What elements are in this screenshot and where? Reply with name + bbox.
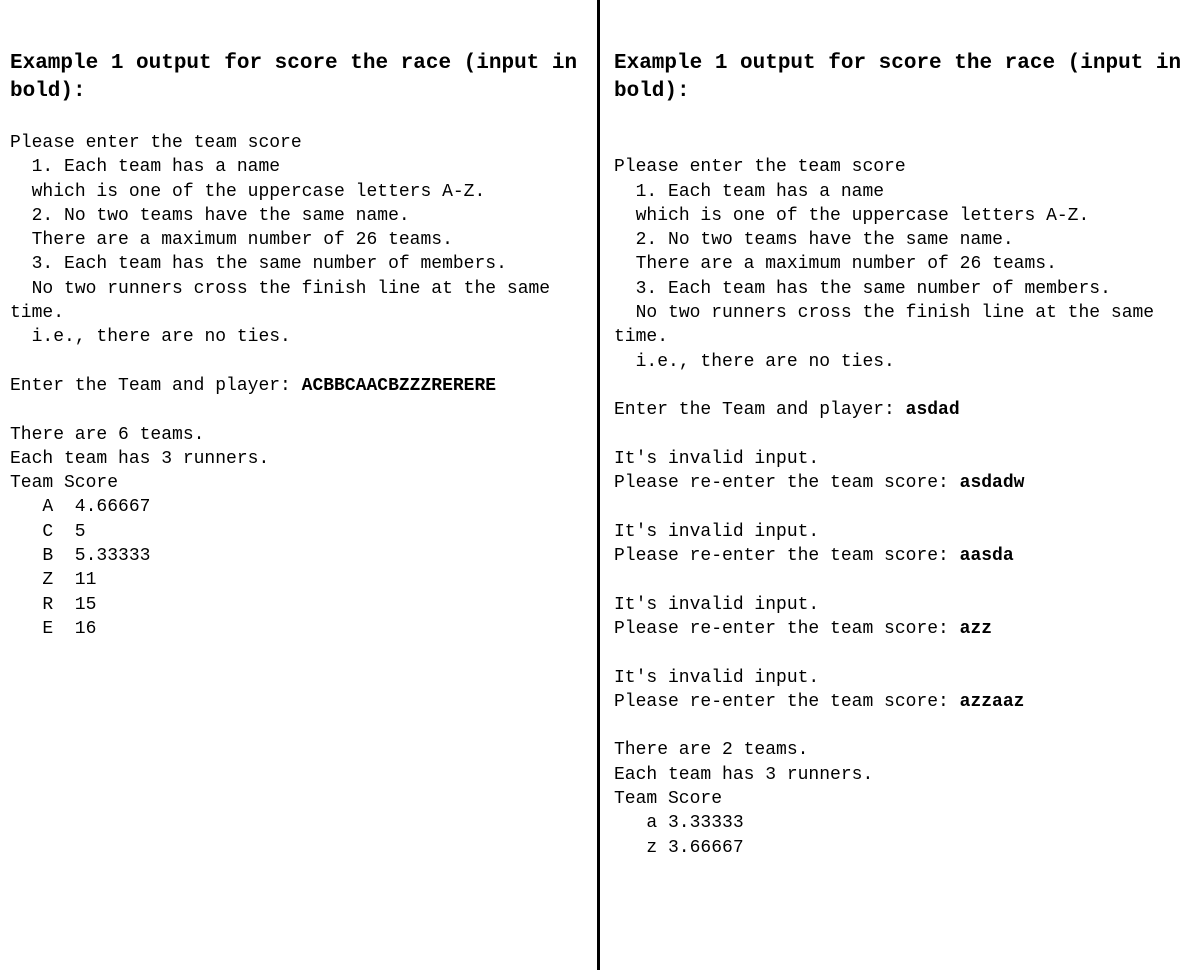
right-user-input-2: asdadw — [960, 473, 1025, 493]
right-user-input-5: azzaaz — [960, 692, 1025, 712]
right-user-input-4: azz — [960, 619, 992, 639]
right-heading: Example 1 output for score the race (inp… — [614, 52, 1194, 103]
right-result-text: There are 2 teams. Each team has 3 runne… — [614, 740, 873, 857]
right-intro-text: Please enter the team score 1. Each team… — [614, 157, 1165, 371]
right-invalid-msg-1: It's invalid input. Please re-enter the … — [614, 449, 960, 493]
left-intro-text: Please enter the team score 1. Each team… — [10, 133, 561, 347]
right-invalid-msg-2: It's invalid input. Please re-enter the … — [614, 522, 960, 566]
left-column: Example 1 output for score the race (inp… — [0, 0, 600, 970]
left-prompt-label: Enter the Team and player: — [10, 376, 302, 396]
right-invalid-msg-3: It's invalid input. Please re-enter the … — [614, 595, 960, 639]
left-user-input-1: ACBBCAACBZZZRERERE — [302, 376, 496, 396]
right-column: Example 1 output for score the race (inp… — [600, 0, 1200, 970]
right-user-input-3: aasda — [960, 546, 1014, 566]
right-user-input-1: asdad — [906, 400, 960, 420]
right-prompt-label: Enter the Team and player: — [614, 400, 906, 420]
left-heading: Example 1 output for score the race (inp… — [10, 52, 590, 103]
right-invalid-msg-4: It's invalid input. Please re-enter the … — [614, 668, 960, 712]
left-result-text: There are 6 teams. Each team has 3 runne… — [10, 425, 269, 639]
two-column-layout: Example 1 output for score the race (inp… — [0, 0, 1200, 970]
